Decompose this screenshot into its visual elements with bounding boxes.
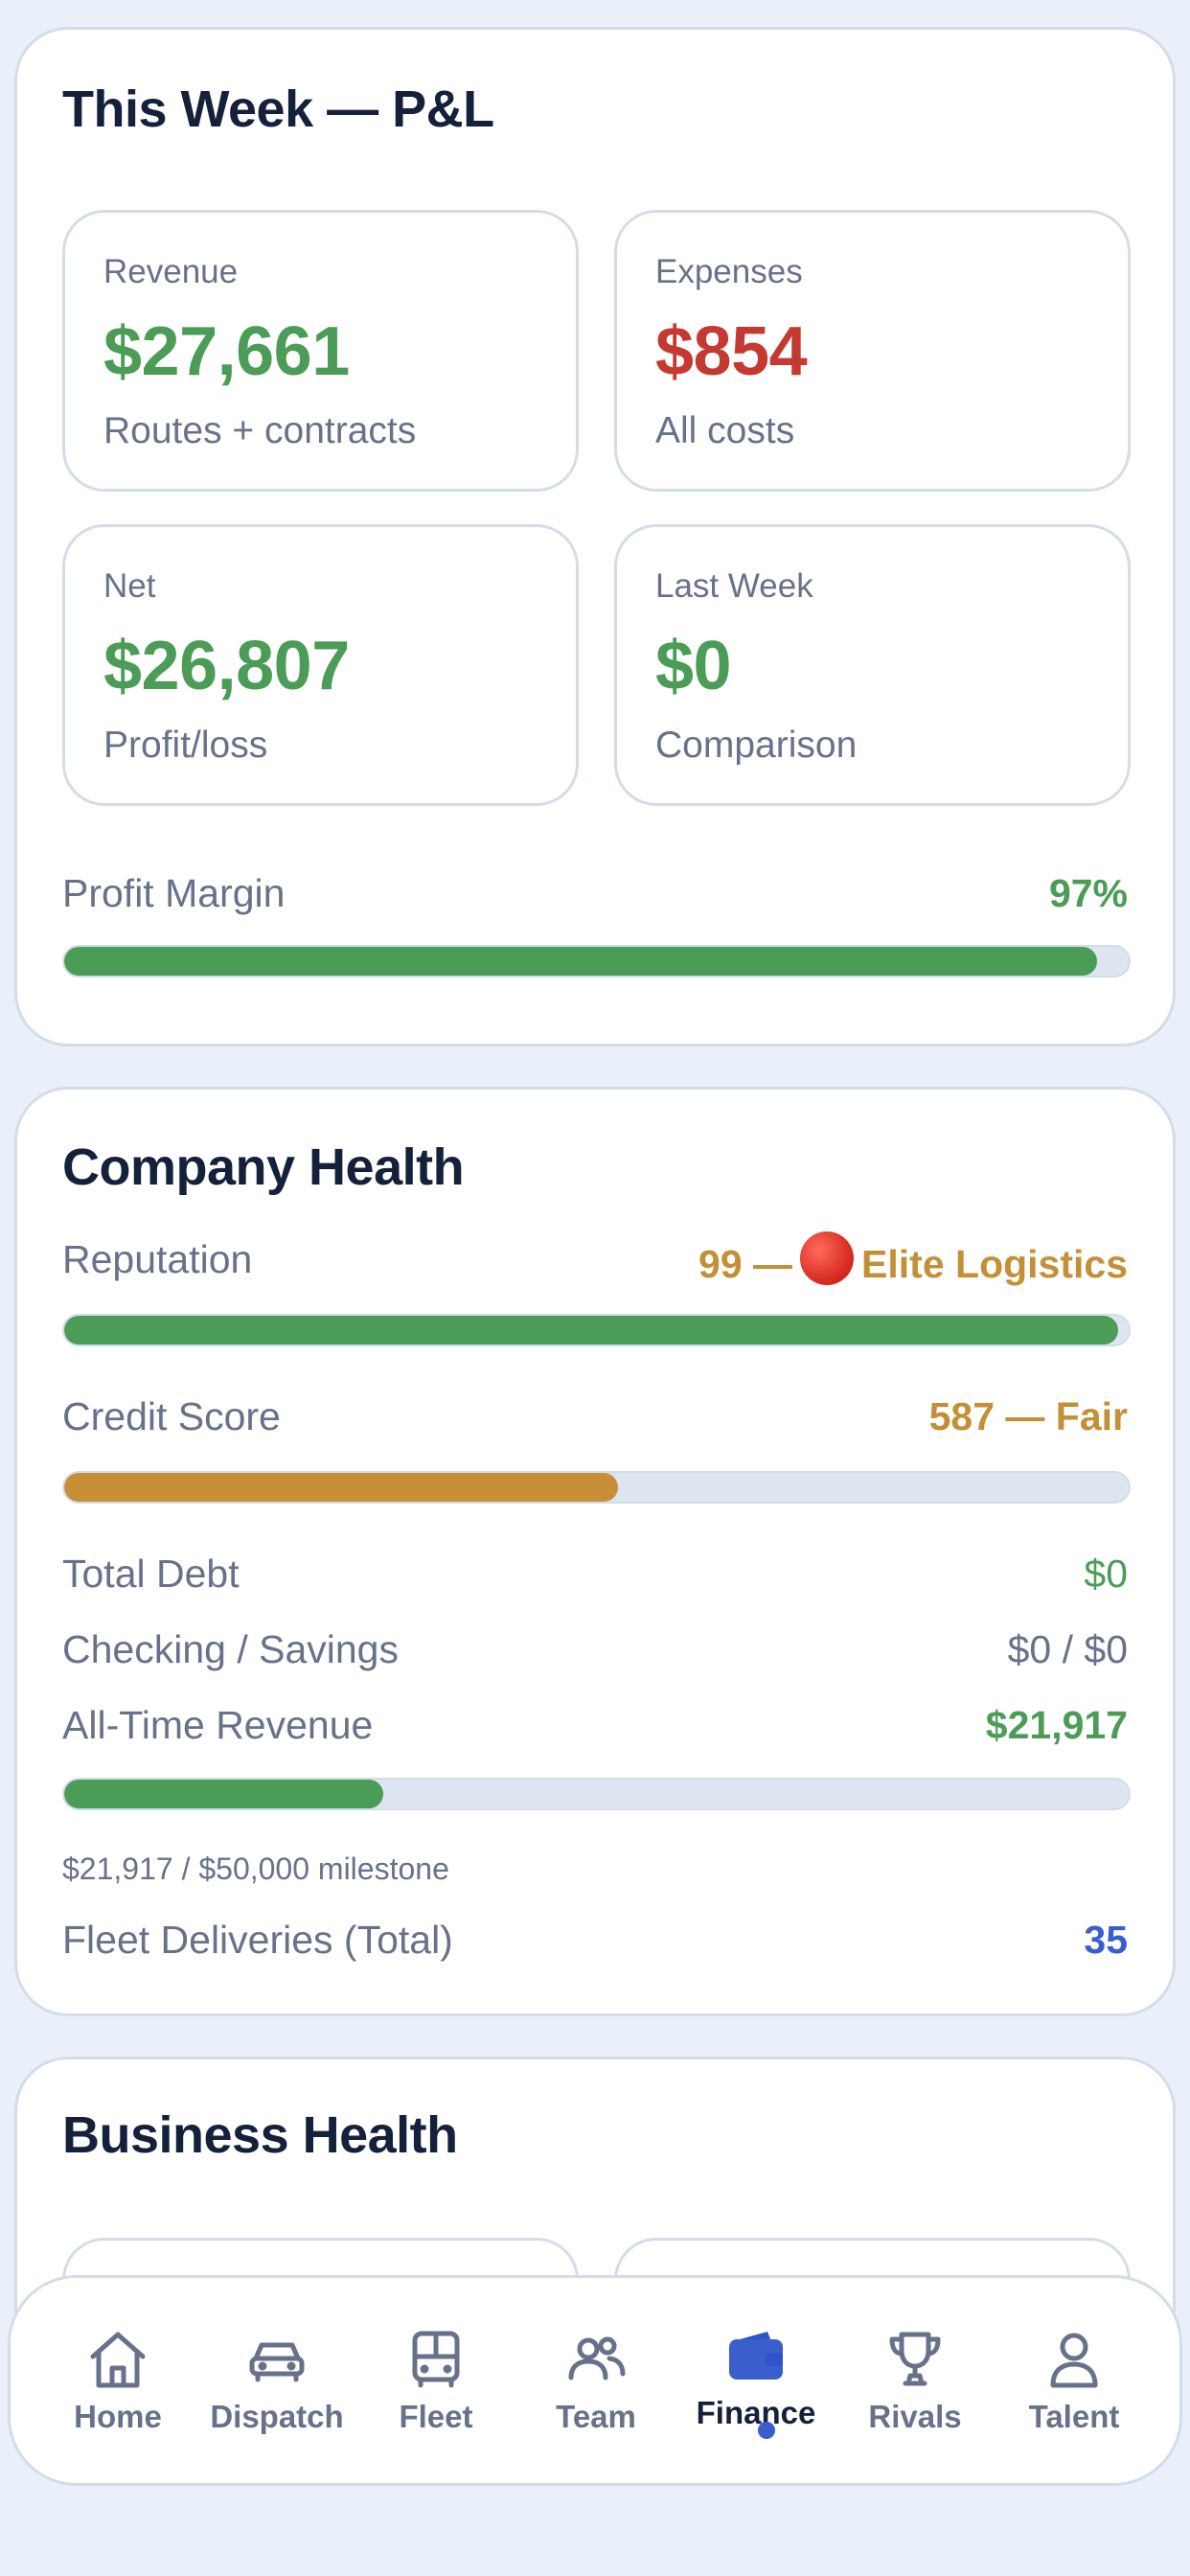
tab-team[interactable]: Team xyxy=(519,2330,673,2435)
tab-fleet[interactable]: Fleet xyxy=(359,2330,513,2435)
tab-rivals[interactable]: Rivals xyxy=(838,2330,992,2435)
total-debt-value: $0 xyxy=(1084,1552,1128,1596)
tab-label: Team xyxy=(556,2399,636,2434)
reputation-value: 99 — Elite Logistics xyxy=(698,1231,1128,1287)
tab-label: Finance xyxy=(696,2395,816,2430)
credit-score-label: Credit Score xyxy=(62,1394,281,1438)
all-time-revenue-label: All-Time Revenue xyxy=(62,1703,374,1747)
reputation-score: 99 — xyxy=(698,1242,793,1286)
profit-margin-bar-fill xyxy=(64,947,1097,976)
car-icon xyxy=(249,2342,305,2382)
checking-savings-label: Checking / Savings xyxy=(62,1627,399,1671)
pl-card: This Week — P&L Revenue $27,661 Routes +… xyxy=(14,27,1176,1046)
users-icon xyxy=(568,2336,626,2380)
stat-sub: All costs xyxy=(655,410,795,451)
expenses-stat[interactable]: Expenses $854 All costs xyxy=(614,210,1131,492)
profit-margin-bar xyxy=(62,945,1131,978)
stat-sub: Comparison xyxy=(655,724,858,766)
stat-label: Expenses xyxy=(655,253,803,290)
home-icon xyxy=(90,2332,146,2388)
reputation-bar-fill xyxy=(64,1316,1118,1345)
milestone-text: $21,917 / $50,000 milestone xyxy=(62,1852,449,1886)
stat-label: Revenue xyxy=(103,253,239,290)
tab-label: Talent xyxy=(1028,2399,1120,2434)
bus-icon xyxy=(412,2331,460,2388)
last-week-stat[interactable]: Last Week $0 Comparison xyxy=(614,524,1131,806)
stat-value: $854 xyxy=(655,313,808,390)
stat-value: $0 xyxy=(655,628,732,704)
credit-score-bar-fill xyxy=(64,1473,618,1502)
credit-score-value: 587 — Fair xyxy=(928,1394,1128,1438)
active-tab-indicator xyxy=(758,2422,775,2439)
checking-savings-value: $0 / $0 xyxy=(1007,1627,1128,1671)
all-time-revenue-value: $21,917 xyxy=(985,1703,1128,1747)
tab-finance[interactable]: Finance xyxy=(679,2330,833,2431)
stat-label: Last Week xyxy=(655,567,813,605)
all-time-revenue-bar xyxy=(62,1778,1131,1810)
stat-sub: Profit/loss xyxy=(103,724,268,766)
tab-label: Rivals xyxy=(868,2399,962,2434)
tab-home[interactable]: Home xyxy=(41,2330,195,2435)
stat-label: Net xyxy=(103,567,156,605)
profit-margin-label: Profit Margin xyxy=(62,871,286,915)
stat-value: $27,661 xyxy=(103,313,350,390)
tab-dispatch[interactable]: Dispatch xyxy=(200,2330,354,2435)
wallet-icon xyxy=(729,2332,783,2380)
company-health-title: Company Health xyxy=(62,1138,465,1196)
stat-value: $26,807 xyxy=(103,628,350,704)
net-stat[interactable]: Net $26,807 Profit/loss xyxy=(62,524,579,806)
tab-label: Home xyxy=(74,2399,162,2434)
fleet-deliveries-label: Fleet Deliveries (Total) xyxy=(62,1918,453,1962)
stat-sub: Routes + contracts xyxy=(103,410,417,451)
fleet-deliveries-value: 35 xyxy=(1084,1918,1128,1962)
reputation-tier: Elite Logistics xyxy=(861,1242,1128,1286)
tab-label: Fleet xyxy=(399,2399,473,2434)
all-time-revenue-bar-fill xyxy=(64,1780,384,1808)
bottom-tab-bar: Home Dispatch Fleet Team Finance Rivals xyxy=(8,2275,1182,2486)
profit-margin-value: 97% xyxy=(1048,871,1128,915)
trophy-icon xyxy=(889,2332,941,2386)
total-debt-label: Total Debt xyxy=(62,1552,240,1596)
pl-title: This Week — P&L xyxy=(62,80,494,138)
credit-score-bar xyxy=(62,1471,1131,1504)
reputation-label: Reputation xyxy=(62,1237,253,1281)
company-health-card: Company Health Reputation 99 — Elite Logi… xyxy=(14,1087,1176,2016)
business-health-title: Business Health xyxy=(62,2106,458,2164)
reputation-bar xyxy=(62,1314,1131,1346)
tab-talent[interactable]: Talent xyxy=(997,2330,1151,2435)
person-icon xyxy=(1050,2333,1098,2388)
revenue-stat[interactable]: Revenue $27,661 Routes + contracts xyxy=(62,210,579,492)
tab-label: Dispatch xyxy=(210,2399,344,2434)
red-circle-icon xyxy=(800,1231,855,1285)
